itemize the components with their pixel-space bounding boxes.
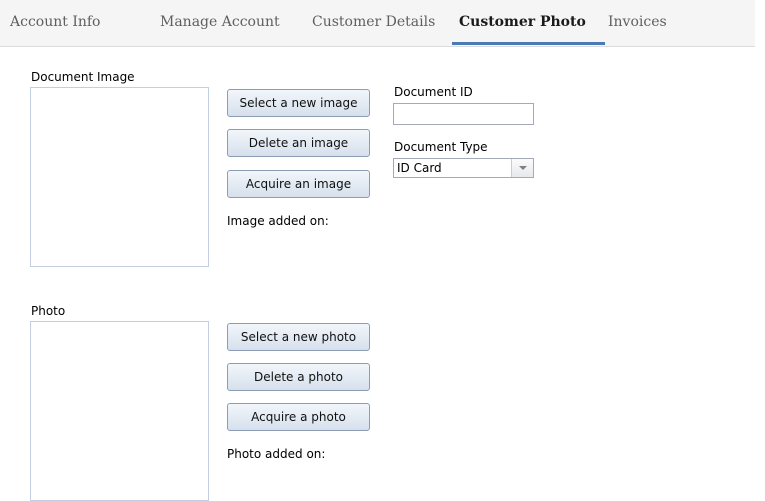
document-id-label: Document ID [394, 85, 473, 99]
document-type-select[interactable]: ID Card [393, 158, 534, 178]
document-type-value: ID Card [397, 161, 442, 175]
document-type-label: Document Type [394, 140, 488, 154]
image-added-on-label: Image added on: [227, 214, 329, 228]
delete-photo-button[interactable]: Delete a photo [227, 363, 370, 391]
document-id-input[interactable] [393, 103, 534, 125]
active-tab-indicator [452, 42, 605, 45]
dropdown-arrow-button[interactable] [511, 159, 533, 177]
chevron-down-icon [519, 166, 527, 170]
document-image-preview [30, 87, 209, 267]
tab-customer-details[interactable]: Customer Details [312, 14, 435, 30]
photo-added-on-label: Photo added on: [227, 447, 326, 461]
delete-image-button[interactable]: Delete an image [227, 129, 370, 157]
tab-invoices[interactable]: Invoices [608, 14, 667, 30]
photo-label: Photo [31, 304, 66, 318]
tab-account-info[interactable]: Account Info [10, 14, 101, 30]
tab-manage-account[interactable]: Manage Account [160, 14, 280, 30]
select-new-photo-button[interactable]: Select a new photo [227, 323, 370, 351]
tab-customer-photo[interactable]: Customer Photo [459, 14, 586, 30]
photo-preview [30, 321, 209, 501]
acquire-image-button[interactable]: Acquire an image [227, 170, 370, 198]
tab-bar: Account Info Manage Account Customer Det… [0, 0, 755, 47]
select-new-image-button[interactable]: Select a new image [227, 89, 370, 117]
acquire-photo-button[interactable]: Acquire a photo [227, 403, 370, 431]
document-image-label: Document Image [31, 70, 135, 84]
